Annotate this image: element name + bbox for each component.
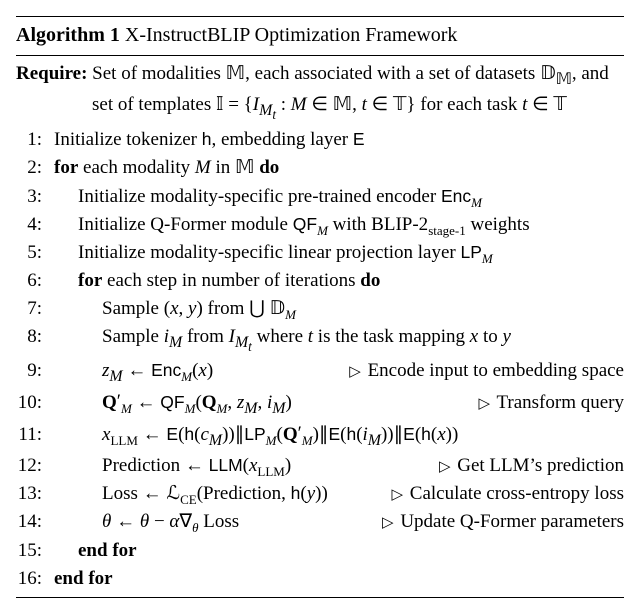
top-rule	[16, 16, 624, 17]
require-block: Require: Set of modalities 𝕄, each assoc…	[16, 60, 624, 125]
algo-line: 6:for each step in number of iterations …	[16, 267, 624, 295]
line-body: Loss ← ℒCE(Prediction, h(y)) ▷ Calculate …	[46, 480, 624, 508]
line-body: Sample (x, y) from ⋃ 𝔻M	[46, 295, 624, 323]
line-body: zM ← EncM(x) ▷ Encode input to embedding …	[46, 357, 624, 388]
line-code: Q′M ← QFM(QM, zM, iM)	[102, 388, 292, 420]
line-number: 16:	[16, 565, 42, 593]
line-comment: ▷ Encode input to embedding space	[349, 357, 624, 385]
require-label: Require:	[16, 63, 87, 84]
line-comment: ▷ Transform query	[479, 389, 625, 417]
algo-line: 11:xLLM ← E(h(cM))∥LPM(Q′M)∥E(h(iM))∥E(h…	[16, 420, 624, 452]
line-number: 5:	[16, 239, 42, 267]
algorithm-name: X-InstructBLIP Optimization Framework	[125, 24, 458, 46]
line-code: Loss ← ℒCE(Prediction, h(y))	[102, 480, 328, 508]
algo-line: 3:Initialize modality-specific pre-train…	[16, 183, 624, 211]
line-number: 13:	[16, 480, 42, 508]
line-number: 6:	[16, 267, 42, 295]
line-number: 10:	[16, 389, 42, 417]
algo-line: 15:end for	[16, 537, 624, 565]
algo-line: 4:Initialize Q-Former module QFM with BL…	[16, 211, 624, 239]
line-code: θ ← θ − α∇θ Loss	[102, 508, 239, 536]
line-code: zM ← EncM(x)	[102, 357, 213, 388]
line-body: θ ← θ − α∇θ Loss ▷ Update Q-Former parame…	[46, 508, 624, 536]
line-body: Prediction ← LLM(xLLM) ▷ Get LLM’s predic…	[46, 452, 624, 480]
line-code: Prediction ← LLM(xLLM)	[102, 452, 291, 480]
line-body: for each step in number of iterations do	[46, 267, 624, 295]
line-number: 1:	[16, 126, 42, 154]
algo-line: 12: Prediction ← LLM(xLLM) ▷ Get LLM’s pre…	[16, 452, 624, 480]
line-number: 7:	[16, 295, 42, 323]
line-body: xLLM ← E(h(cM))∥LPM(Q′M)∥E(h(iM))∥E(h(x)…	[46, 420, 624, 452]
line-body: end for	[46, 565, 624, 593]
line-body: Initialize Q-Former module QFM with BLIP…	[46, 211, 624, 239]
algo-line: 2:for each modality M in 𝕄 do	[16, 154, 624, 182]
line-number: 3:	[16, 183, 42, 211]
line-comment: ▷ Calculate cross-entropy loss	[391, 480, 624, 508]
line-body: Initialize tokenizer h, embedding layer …	[46, 126, 624, 154]
title-rule	[16, 55, 624, 56]
line-number: 2:	[16, 154, 42, 182]
algorithm-title: Algorithm 1 X-InstructBLIP Optimization …	[16, 21, 624, 51]
line-number: 9:	[16, 357, 42, 385]
algo-line: 16:end for	[16, 565, 624, 593]
line-body: Q′M ← QFM(QM, zM, iM) ▷ Transform query	[46, 388, 624, 420]
line-comment: ▷ Update Q-Former parameters	[382, 508, 624, 536]
algo-line: 13: Loss ← ℒCE(Prediction, h(y)) ▷ Calcula…	[16, 480, 624, 508]
line-body: for each modality M in 𝕄 do	[46, 154, 624, 182]
line-body: end for	[46, 537, 624, 565]
algo-line: 9: zM ← EncM(x) ▷ Encode input to embeddin…	[16, 357, 624, 388]
line-number: 14:	[16, 508, 42, 536]
algo-line: 5:Initialize modality-specific linear pr…	[16, 239, 624, 267]
line-number: 15:	[16, 537, 42, 565]
algo-line: 10: Q′M ← QFM(QM, zM, iM) ▷ Transform quer…	[16, 388, 624, 420]
line-body: Initialize modality-specific linear proj…	[46, 239, 624, 267]
require-text: Set of modalities 𝕄, each associated wit…	[92, 63, 609, 115]
algo-line: 1:Initialize tokenizer h, embedding laye…	[16, 126, 624, 154]
algo-line: 8:Sample iM from IMt where t is the task…	[16, 323, 624, 356]
line-body: Sample iM from IMt where t is the task m…	[46, 323, 624, 356]
line-number: 8:	[16, 323, 42, 351]
algo-line: 7:Sample (x, y) from ⋃ 𝔻M	[16, 295, 624, 323]
algorithm-body: 1:Initialize tokenizer h, embedding laye…	[16, 126, 624, 592]
line-number: 11:	[16, 421, 42, 449]
line-number: 12:	[16, 452, 42, 480]
algorithm-label: Algorithm 1	[16, 24, 120, 46]
line-body: Initialize modality-specific pre-trained…	[46, 183, 624, 211]
line-number: 4:	[16, 211, 42, 239]
algo-line: 14: θ ← θ − α∇θ Loss ▷ Update Q-Former par…	[16, 508, 624, 536]
line-comment: ▷ Get LLM’s prediction	[439, 452, 624, 480]
